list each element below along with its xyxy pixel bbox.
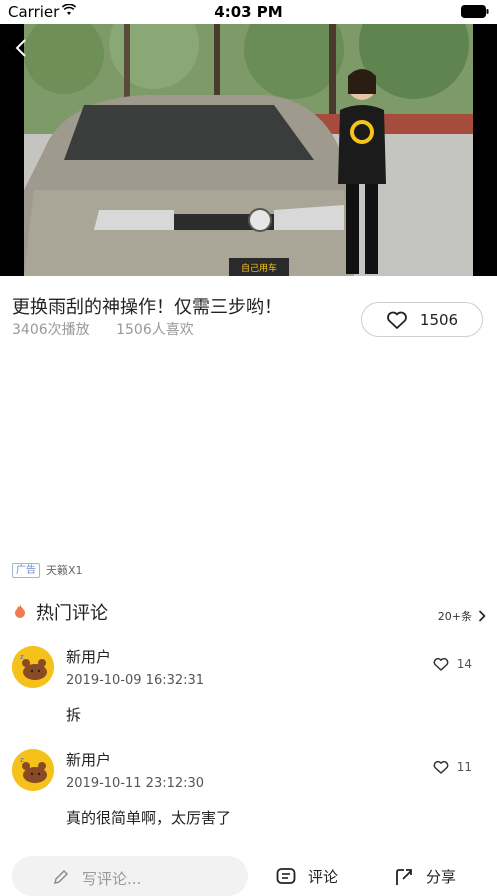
pencil-icon <box>54 870 68 884</box>
ad-text: 天籁X1 <box>46 564 83 577</box>
back-chevron-icon[interactable] <box>10 36 34 60</box>
ad-tag: 广告 <box>12 562 40 578</box>
more-comments-count: 20+条 <box>437 610 472 623</box>
video-meta: 3406次播放 1506人喜欢 <box>12 319 216 339</box>
more-comments-link[interactable]: 20+条 <box>438 608 486 624</box>
status-bar: Carrier 4:03 PM <box>0 0 497 24</box>
comment-username[interactable]: 新用户 <box>66 749 111 770</box>
svg-text:z: z <box>20 653 24 661</box>
comment-like-count: 14 <box>456 657 472 671</box>
comment-username[interactable]: 新用户 <box>66 646 111 667</box>
heart-icon <box>387 311 407 329</box>
comment-item: z 新用户 2019-10-09 16:32:31 拆 14 <box>12 646 486 736</box>
video-title: 更换雨刮的神操作！仅需三步哟！ <box>12 297 282 318</box>
hot-comments-header: 热门评论 20+条 <box>12 598 486 626</box>
like-count: 1506 <box>419 310 459 329</box>
presenter-image <box>338 69 386 274</box>
share-icon <box>396 868 412 885</box>
battery-icon <box>461 5 489 18</box>
like-summary: 1506人喜欢 <box>116 322 194 338</box>
comment-button[interactable]: 评论 <box>276 866 338 887</box>
bottom-action-bar: 写评论... 评论 分享 <box>0 856 497 896</box>
share-button[interactable]: 分享 <box>394 866 456 887</box>
comment-button-label: 评论 <box>308 868 339 886</box>
svg-text:z: z <box>20 756 24 764</box>
bear-avatar-icon: z <box>12 749 54 791</box>
comment-icon <box>276 867 296 884</box>
share-button-label: 分享 <box>426 868 457 886</box>
flame-icon <box>15 604 25 618</box>
comment-item: z 新用户 2019-10-11 23:12:30 真的很简单啊，太厉害了 11 <box>12 749 486 839</box>
comment-time: 2019-10-11 23:12:30 <box>66 776 205 791</box>
comment-like-button[interactable]: 11 <box>433 760 472 774</box>
play-count: 3406次播放 <box>12 322 90 338</box>
chevron-right-icon <box>478 610 486 622</box>
heart-icon <box>433 657 449 671</box>
car-image: 自己用车 <box>24 95 354 276</box>
plate-text: 自己用车 <box>241 262 277 274</box>
ad-banner[interactable]: 广告 天籁X1 <box>12 562 83 578</box>
comment-input[interactable]: 写评论... <box>12 856 248 896</box>
bear-avatar-icon: z <box>12 646 54 688</box>
comment-like-count: 11 <box>456 760 472 774</box>
hot-comments-title: 热门评论 <box>36 603 108 624</box>
comment-time: 2019-10-09 16:32:31 <box>66 673 205 688</box>
comment-input-placeholder: 写评论... <box>82 870 142 888</box>
heart-icon <box>433 760 449 774</box>
comment-text: 拆 <box>66 706 82 724</box>
avatar[interactable]: z <box>12 646 54 688</box>
comment-like-button[interactable]: 14 <box>433 657 472 671</box>
clock: 4:03 PM <box>214 3 283 21</box>
like-button[interactable]: 1506 <box>361 302 483 337</box>
avatar[interactable]: z <box>12 749 54 791</box>
comment-text: 真的很简单啊，太厉害了 <box>66 809 232 827</box>
video-player[interactable]: 自己用车 <box>0 24 497 276</box>
